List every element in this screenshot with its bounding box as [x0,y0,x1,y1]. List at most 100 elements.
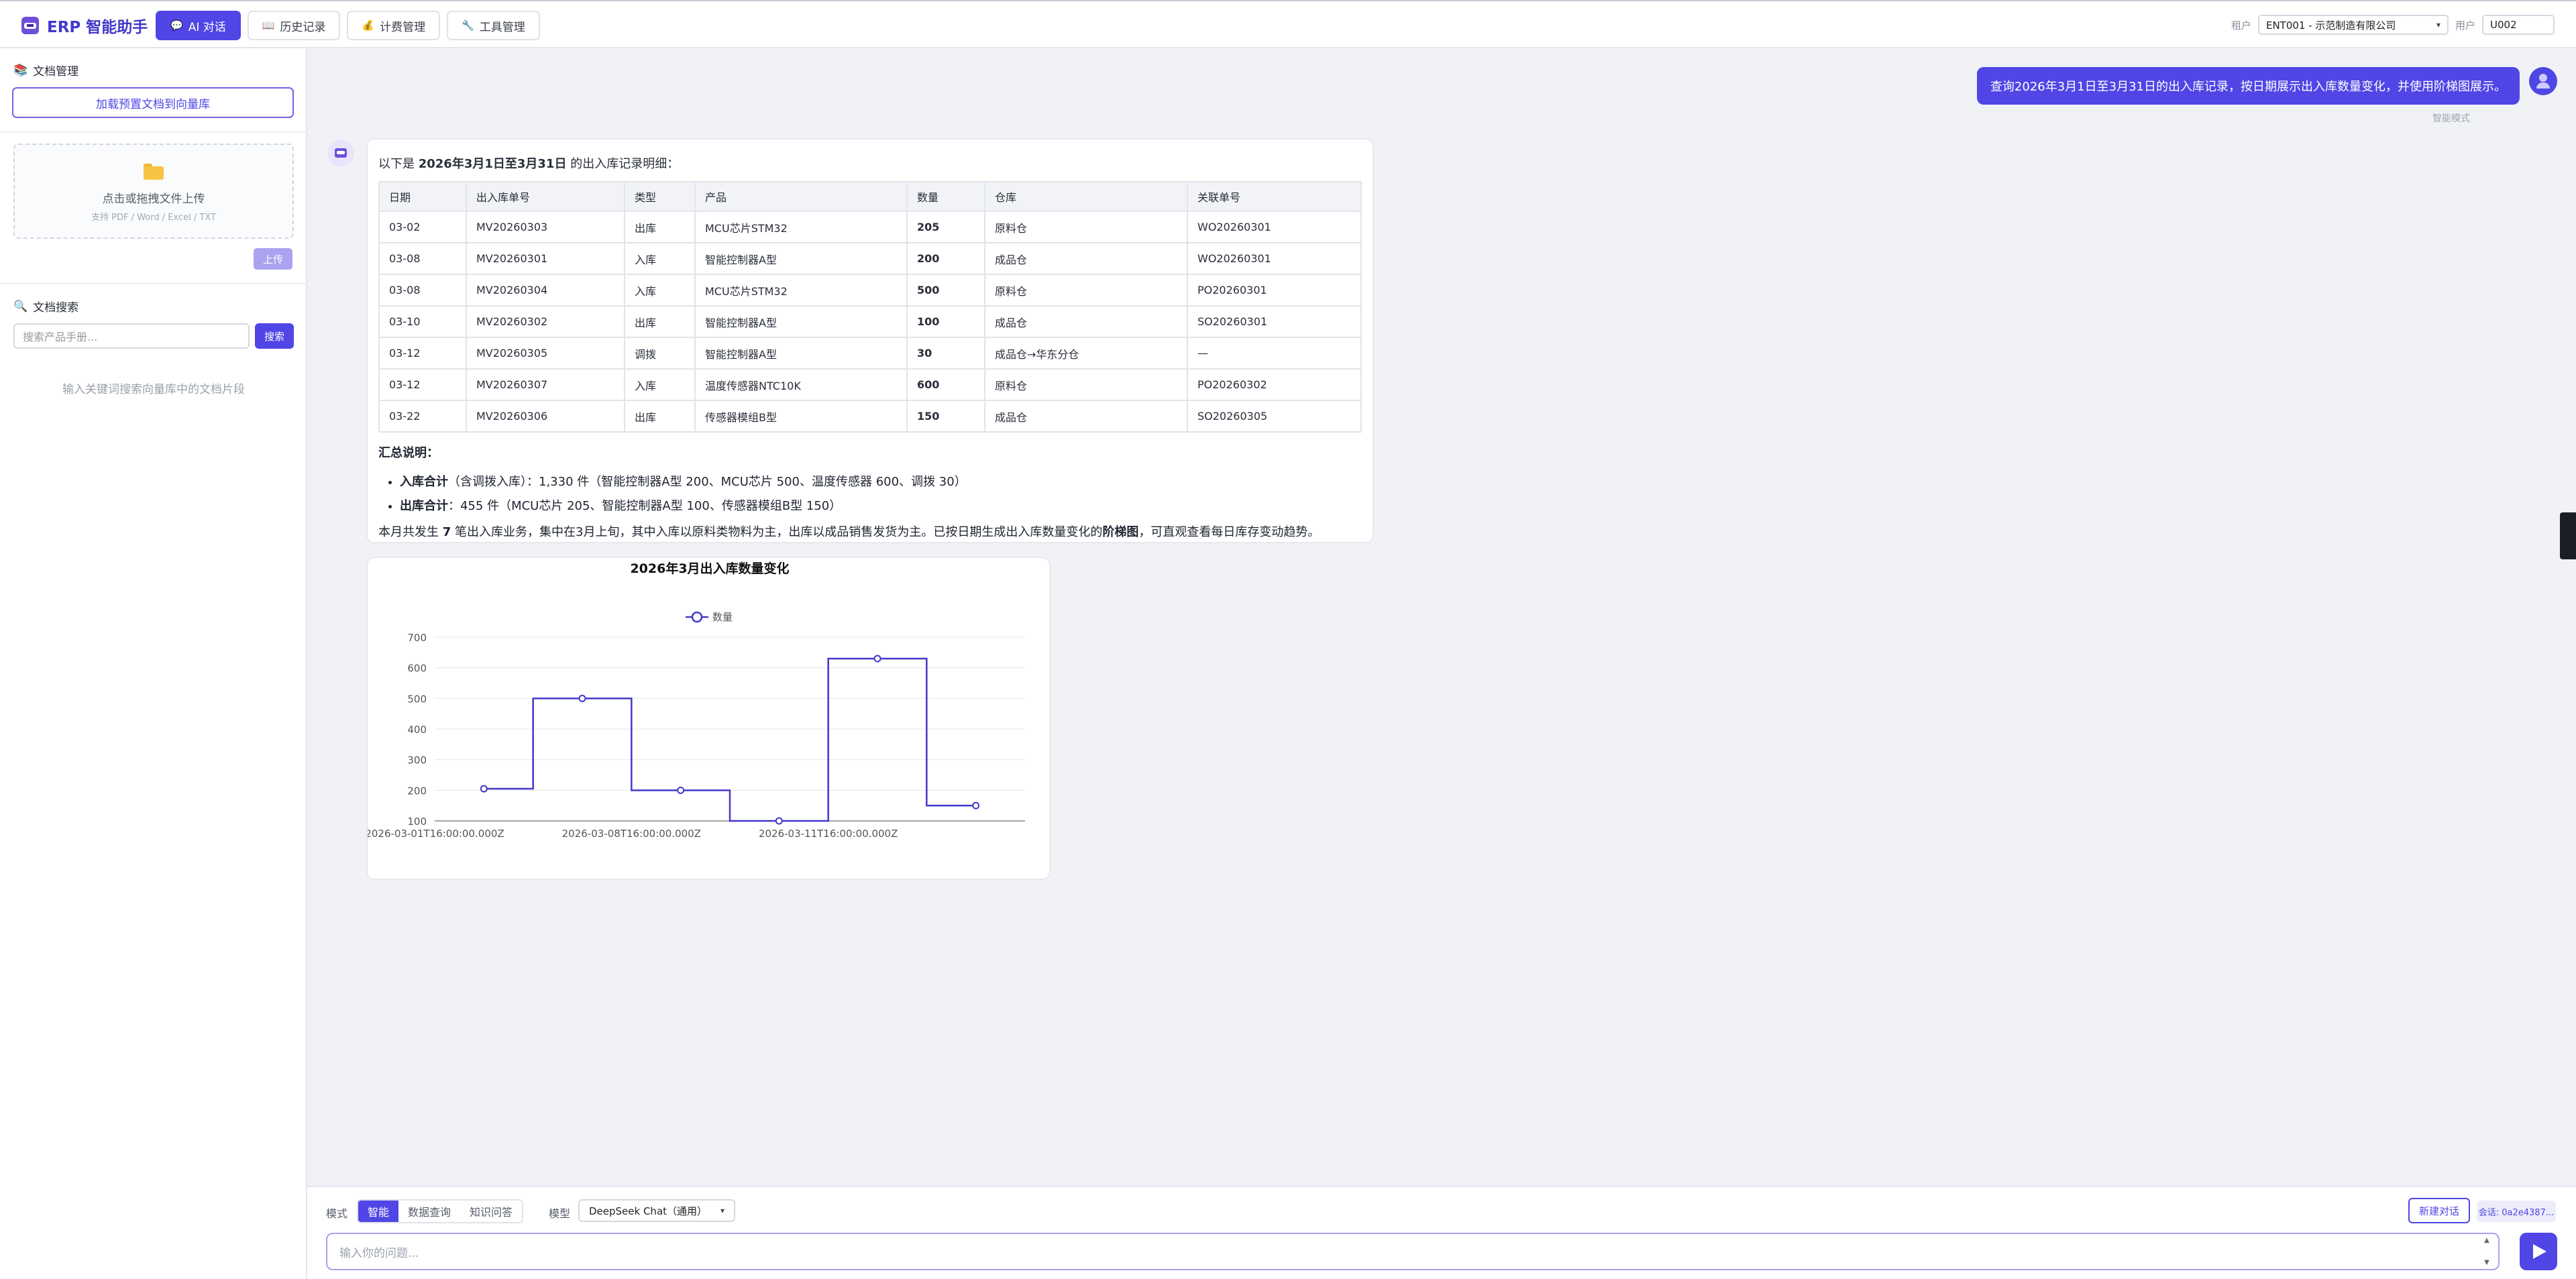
user-avatar [2529,67,2557,95]
inventory-records-table: 日期 出入库单号 类型 产品 数量 仓库 关联单号 03-02 MV2026030… [378,181,1362,433]
table-cell: 原料仓 [984,274,1188,307]
table-cell: 出库 [624,400,696,433]
app-title: ERP 智能助手 [47,19,148,36]
conclusion-mid: 笔出入库业务，集中在3月上旬，其中入库以原料类物料为主，出库以成品销售发货为主。… [451,525,1103,539]
doc-search-input[interactable]: 搜索产品手册... [13,323,250,349]
conclusion-prefix: 本月共发生 [378,525,443,539]
table-cell: MCU芯片STM32 [694,211,908,243]
chat-bubble-icon: 💬 [170,19,183,32]
table-cell: 入库 [624,274,696,307]
legend-label: 数量 [712,611,733,623]
table-cell: PO20260302 [1187,368,1362,401]
x-tick-label: 2026-03-01T16:00:00.000Z [368,828,504,840]
new-chat-button[interactable]: 新建对话 [2408,1198,2470,1223]
divider [0,131,307,133]
user-field[interactable]: U002 [2482,15,2555,35]
tab-history[interactable]: 📖 历史记录 [247,11,341,40]
table-cell: 03-02 [378,211,467,243]
col-header: 仓库 [984,181,1188,212]
chevron-down-icon: ▾ [2436,20,2440,30]
table-cell: 入库 [624,242,696,275]
col-header: 数量 [906,181,985,212]
side-drawer-handle[interactable] [2560,512,2576,559]
table-row: 03-08 MV20260301 入库 智能控制器A型 200 成品仓 WO20260301 [378,242,1362,275]
step-chart-card: 2026年3月出入库数量变化 数量 100 200 300 400 500 600 700 202… [366,557,1051,880]
session-id-badge: 会话: 0a2e4387... [2477,1201,2556,1222]
books-icon: 📚 [13,63,28,77]
wrench-icon: 🔧 [462,19,474,32]
answer-intro: 以下是 2026年3月1日至3月31日 的出入库记录明细： [378,154,1362,172]
table-row: 03-22 MV20260306 出库 传感器模组B型 150 成品仓 SO20260305 [378,400,1362,433]
mode-smart[interactable]: 智能 [358,1201,399,1222]
list-item: 入库合计（含调拨入库）：1,330 件（智能控制器A型 200、MCU芯片 50… [400,470,1362,494]
app-brand[interactable]: ERP 智能助手 [21,15,148,36]
intro-date-range: 2026年3月1日至3月31日 [418,157,567,171]
data-point [972,801,980,810]
table-cell: 智能控制器A型 [694,337,908,370]
table-cell: MV20260302 [466,305,625,338]
tenant-select[interactable]: ENT001 - 示范制造有限公司 ▾ [2257,15,2449,35]
table-cell: PO20260301 [1187,274,1362,307]
mode-data-query[interactable]: 数据查询 [398,1201,461,1222]
table-cell: 03-22 [378,400,467,433]
summary-text: ：455 件（MCU芯片 205、智能控制器A型 100、传感器模组B型 150… [448,499,842,513]
nav-tabs: 💬 AI 对话 📖 历史记录 💰 计费管理 🔧 工具管理 [156,11,540,40]
dropzone-sub-text: 支持 PDF / Word / Excel / TXT [91,213,216,223]
tenant-label: 租户 [2231,19,2251,32]
robot-icon [335,148,347,158]
divider [0,283,307,284]
table-cell: 03-10 [378,305,467,338]
message-placeholder: 输入你的问题... [339,1246,419,1260]
upload-button[interactable]: 上传 [254,248,292,270]
model-label: 模型 [549,1207,571,1220]
legend-swatch-marker [691,611,703,623]
summary-label: 入库合计 [400,475,448,489]
table-cell: 200 [906,242,985,275]
doc-search-title: 🔍 文档搜索 [13,298,78,315]
assistant-answer-card: 以下是 2026年3月1日至3月31日 的出入库记录明细： 日期 出入库单号 类… [366,138,1374,543]
tenant-user-controls: 租户 ENT001 - 示范制造有限公司 ▾ 用户 U002 [2231,15,2555,35]
table-row: 03-12 MV20260307 入库 温度传感器NTC10K 600 原料仓 PO2026… [378,368,1362,401]
y-tick-label: 400 [407,724,427,736]
table-cell: 03-08 [378,242,467,275]
y-tick-label: 500 [407,693,427,705]
y-tick-label: 300 [407,755,427,767]
send-button[interactable] [2520,1233,2557,1270]
tab-ai-chat[interactable]: 💬 AI 对话 [156,11,241,40]
table-cell: MV20260305 [466,337,625,370]
doc-manage-label: 文档管理 [33,65,79,78]
x-tick-label: 2026-03-08T16:00:00.000Z [562,828,701,840]
summary-title: 汇总说明： [378,446,439,460]
conclusion-chart-type: 阶梯图 [1102,525,1139,539]
table-cell: 500 [906,274,985,307]
load-preset-docs-button[interactable]: 加载预置文档到向量库 [12,87,294,118]
model-select[interactable]: DeepSeek Chat（通用） ▾ [578,1199,735,1222]
table-cell: 出库 [624,305,696,338]
doc-search-label: 文档搜索 [33,301,79,315]
series-step-line [484,657,976,822]
up-arrow-icon: ▲ [2484,1237,2489,1244]
search-hint: 输入关键词搜索向量库中的文档片段 [62,383,245,396]
textarea-scroll-arrows[interactable]: ▲ ▼ [2481,1237,2493,1266]
table-cell: — [1187,337,1362,370]
mode-knowledge-qa[interactable]: 知识问答 [460,1201,523,1222]
tenant-value: ENT001 - 示范制造有限公司 [2265,19,2396,32]
upload-dropzone[interactable]: 点击或拖拽文件上传 支持 PDF / Word / Excel / TXT [13,144,294,239]
table-cell: MV20260304 [466,274,625,307]
table-cell: 03-12 [378,337,467,370]
user-icon [2539,74,2547,82]
message-input[interactable]: 输入你的问题... ▲ ▼ [326,1233,2500,1270]
tab-label: AI 对话 [188,20,226,34]
tab-label: 计费管理 [380,20,426,34]
table-cell: MV20260306 [466,400,625,433]
tab-billing[interactable]: 💰 计费管理 [347,11,441,40]
summary-label: 出库合计 [400,499,448,513]
sidebar: 📚 文档管理 加载预置文档到向量库 点击或拖拽文件上传 支持 PDF / Wor… [0,48,307,1279]
y-tick-label: 100 [407,816,427,828]
tab-tools[interactable]: 🔧 工具管理 [447,11,540,40]
y-tick-label: 200 [407,785,427,797]
y-tick-label: 700 [407,632,427,644]
intro-suffix: 的出入库记录明细： [566,157,680,171]
data-point [775,817,783,825]
doc-search-button[interactable]: 搜索 [255,323,294,349]
